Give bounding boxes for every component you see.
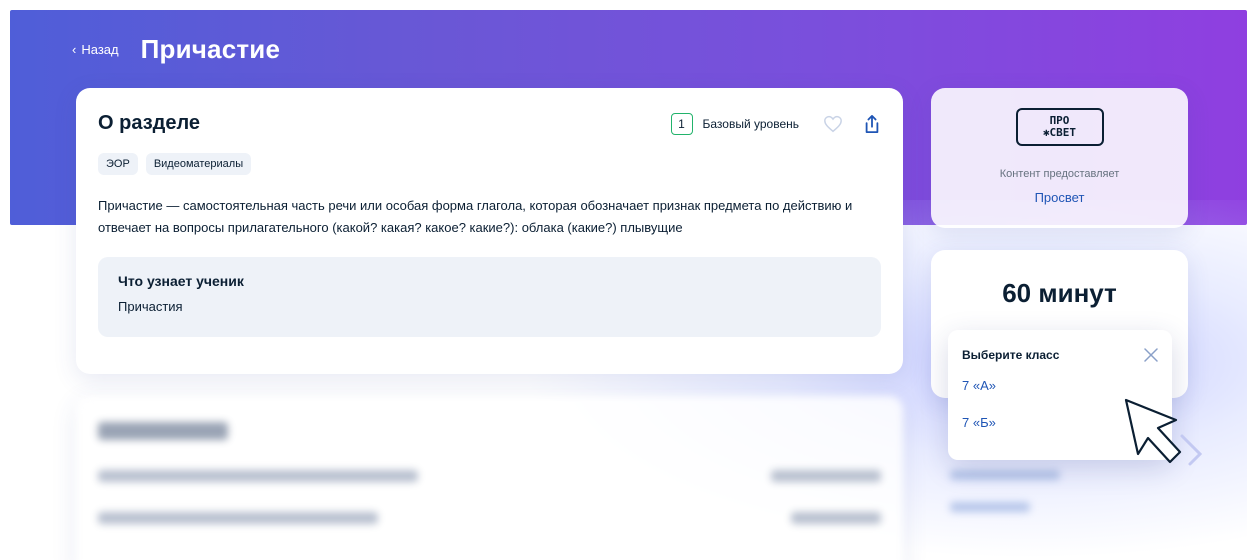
- page-header: ‹ Назад Причастие: [72, 34, 280, 65]
- level-badge: 1: [670, 112, 693, 135]
- about-title: О разделе: [98, 112, 201, 134]
- dropdown-header: Выберите класс: [962, 348, 1158, 362]
- blurred-line: [771, 470, 881, 482]
- blurred-heading: [98, 422, 228, 440]
- learn-text: Причастия: [118, 299, 183, 314]
- blurred-line: [791, 512, 881, 524]
- side-blurred-links: [950, 470, 1110, 550]
- share-icon[interactable]: [863, 114, 881, 134]
- tag-video[interactable]: Видеоматериалы: [145, 153, 252, 175]
- close-icon[interactable]: [1144, 348, 1158, 362]
- provider-link[interactable]: Просвет: [931, 190, 1188, 205]
- section-description: Причастие — самостоятельная часть речи и…: [98, 198, 853, 235]
- logo-text-bottom: ✱СВЕТ: [1042, 126, 1077, 139]
- tag-eor[interactable]: ЭОР: [98, 153, 138, 175]
- blurred-line: [98, 512, 378, 524]
- blurred-line: [950, 470, 1060, 480]
- back-button[interactable]: ‹ Назад: [72, 42, 119, 57]
- dropdown-title: Выберите класс: [962, 348, 1060, 362]
- contents-card-blurred: [76, 396, 903, 560]
- blurred-line: [950, 502, 1030, 512]
- duration-value: 60 минут: [1002, 278, 1117, 308]
- about-header: О разделе 1 Базовый уровень: [98, 112, 881, 135]
- blurred-row: [98, 512, 881, 524]
- blurred-row: [98, 470, 881, 482]
- provider-card: ПРО ✱СВЕТ Контент предоставляет Просвет: [931, 88, 1188, 228]
- blurred-line: [98, 470, 418, 482]
- about-card: О разделе 1 Базовый уровень ЭОР Видеомат…: [76, 88, 903, 374]
- level-label: Базовый уровень: [702, 116, 800, 131]
- class-option-7a[interactable]: 7 «А»: [962, 378, 1158, 393]
- learn-title: Что узнает ученик: [118, 273, 244, 289]
- learn-block: Что узнает ученик Причастия: [98, 257, 881, 337]
- about-tools: 1 Базовый уровень: [670, 112, 882, 135]
- tag-list: ЭОР Видеоматериалы: [98, 153, 881, 175]
- provider-logo: ПРО ✱СВЕТ: [1015, 108, 1104, 146]
- page-title: Причастие: [140, 34, 281, 64]
- chevron-left-icon: ‹: [72, 42, 77, 57]
- back-label: Назад: [81, 42, 119, 57]
- hand-pointer-icon: [1124, 398, 1203, 466]
- provider-label: Контент предоставляет: [999, 168, 1120, 180]
- heart-icon[interactable]: [823, 115, 843, 133]
